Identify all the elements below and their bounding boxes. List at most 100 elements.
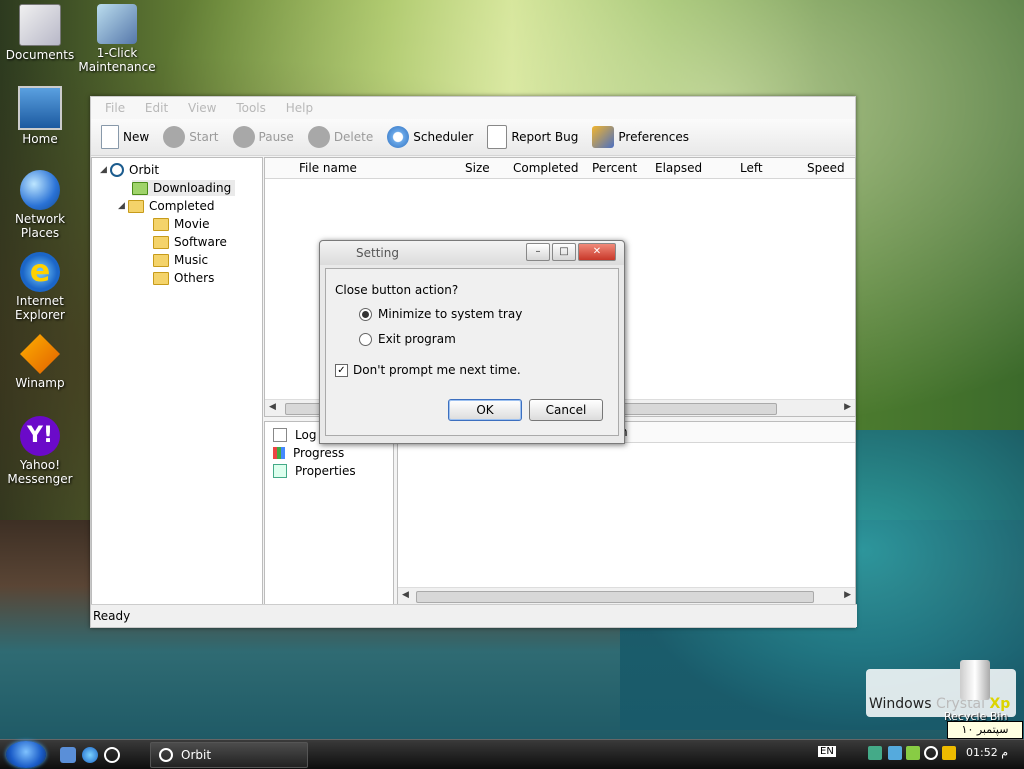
folder-icon [153,217,169,231]
new-label: New [123,130,150,144]
task-label: Orbit [181,748,212,762]
preferences-button[interactable]: Preferences [592,126,689,148]
date-tooltip: ۱۰ سپتمبر ۲۰۲۲ [947,721,1023,752]
orbit-quicklaunch-icon[interactable] [104,747,120,763]
new-button[interactable]: New [101,125,149,149]
start-button[interactable]: Start [163,126,219,148]
pause-icon [232,126,255,148]
minimize-button[interactable]: – [526,243,550,261]
orbit-icon [110,163,124,177]
tree-item-music[interactable]: Music [153,252,208,268]
menu-view[interactable]: View [188,101,216,115]
radio-exit-program[interactable]: Exit program [359,332,456,346]
desktop-icon-label: Winamp [15,376,65,390]
column-left[interactable]: Left [740,158,763,178]
desktop-icon-label: Documents [5,48,75,62]
folder-icon [153,253,169,267]
desktop-icon-winamp[interactable]: Winamp [0,334,80,390]
tree-label: Completed [149,199,215,213]
tree-item-software[interactable]: Software [153,234,227,250]
tree-item-completed[interactable]: ◢ Completed [118,198,214,214]
column-speed[interactable]: Speed [807,158,845,178]
log-horizontal-scrollbar[interactable]: ◀ ▶ [398,587,855,604]
menu-help[interactable]: Help [286,101,313,115]
recycle-bin-icon[interactable] [960,660,990,700]
tray-app-icon[interactable] [888,746,902,760]
start-icon [163,126,186,148]
scroll-left-icon[interactable]: ◀ [402,590,409,600]
setting-dialog: Setting – □ ✕ Close button action? Minim… [319,240,625,444]
tree-item-others[interactable]: Others [153,270,214,286]
scroll-right-icon[interactable]: ▶ [844,402,851,412]
column-elapsed[interactable]: Elapsed [655,158,702,178]
desktop-icon-internet-explorer[interactable]: e Internet Explorer [0,252,80,322]
radio-minimize-to-tray[interactable]: Minimize to system tray [359,307,522,321]
clock[interactable]: 01:52 م [966,746,1008,759]
collapse-icon[interactable]: ◢ [118,198,128,214]
tray-network-icon[interactable] [868,746,882,760]
folder-icon [153,235,169,249]
pause-button[interactable]: Pause [232,126,294,148]
log-icon [273,428,287,442]
maximize-button[interactable]: □ [552,243,576,261]
tray-orbit-icon[interactable] [924,746,938,760]
column-completed[interactable]: Completed [513,158,578,178]
checkbox-label: Don't prompt me next time. [353,363,521,377]
tab-log[interactable]: Log [273,428,316,442]
dont-prompt-checkbox[interactable]: ✓ Don't prompt me next time. [335,363,521,377]
cancel-button[interactable]: Cancel [529,399,603,421]
dialog-controls: – □ ✕ [524,243,616,261]
internet-explorer-quicklaunch-icon[interactable] [82,747,98,763]
scrollbar-thumb[interactable] [416,591,814,603]
tab-progress[interactable]: Progress [273,446,344,460]
delete-icon [307,126,330,148]
tab-label: Progress [293,446,345,460]
winamp-icon [20,334,60,374]
tray-winamp-icon[interactable] [942,746,956,760]
delete-label: Delete [333,130,374,144]
tree-item-movie[interactable]: Movie [153,216,210,232]
tree-label: Downloading [153,181,232,195]
tab-properties[interactable]: Properties [273,464,356,478]
desktop-icon-yahoo-messenger[interactable]: Y! Yahoo! Messenger [0,416,80,486]
documents-icon [19,4,61,46]
menu-tools[interactable]: Tools [236,101,266,115]
tree-item-downloading[interactable]: Downloading [132,180,236,196]
delete-button[interactable]: Delete [307,126,374,148]
list-header: File name Size Completed Percent Elapsed… [265,158,855,179]
collapse-icon[interactable]: ◢ [100,162,110,178]
scroll-left-icon[interactable]: ◀ [269,402,276,412]
tab-label: Log [295,428,317,442]
close-button[interactable]: ✕ [578,243,616,261]
taskbar-button-orbit[interactable]: Orbit [150,742,308,768]
show-desktop-icon[interactable] [60,747,76,763]
folder-icon [153,271,169,285]
language-indicator[interactable]: EN [818,746,836,757]
scheduler-button[interactable]: Scheduler [387,126,473,148]
menu-edit[interactable]: Edit [145,101,168,115]
brand-windows: Windows [869,696,932,712]
desktop-icon-documents[interactable]: Documents [0,4,80,62]
report-bug-button[interactable]: Report Bug [487,125,578,149]
ok-button[interactable]: OK [448,399,522,421]
dialog-body: Close button action? Minimize to system … [325,268,619,436]
menu-file[interactable]: File [105,101,125,115]
tree-label: Software [174,235,227,249]
toolbar: New Start Pause Delete Scheduler Report … [91,119,855,156]
tray-security-icon[interactable] [906,746,920,760]
scroll-right-icon[interactable]: ▶ [844,590,851,600]
maintenance-icon [97,4,137,44]
clock-icon [387,126,410,148]
column-percent[interactable]: Percent [592,158,637,178]
internet-explorer-icon: e [20,252,60,292]
report-bug-label: Report Bug [511,130,579,144]
desktop-icon-home[interactable]: Home [0,86,80,146]
desktop-icon-1click-maintenance[interactable]: 1-Click Maintenance [77,4,157,74]
start-orb-button[interactable] [6,741,46,768]
preferences-label: Preferences [618,130,689,144]
column-file-name[interactable]: File name [299,158,357,178]
tree-item-orbit[interactable]: ◢ Orbit [100,162,159,178]
column-size[interactable]: Size [465,158,490,178]
report-icon [487,125,508,149]
desktop-icon-network[interactable]: Network Places [0,170,80,240]
